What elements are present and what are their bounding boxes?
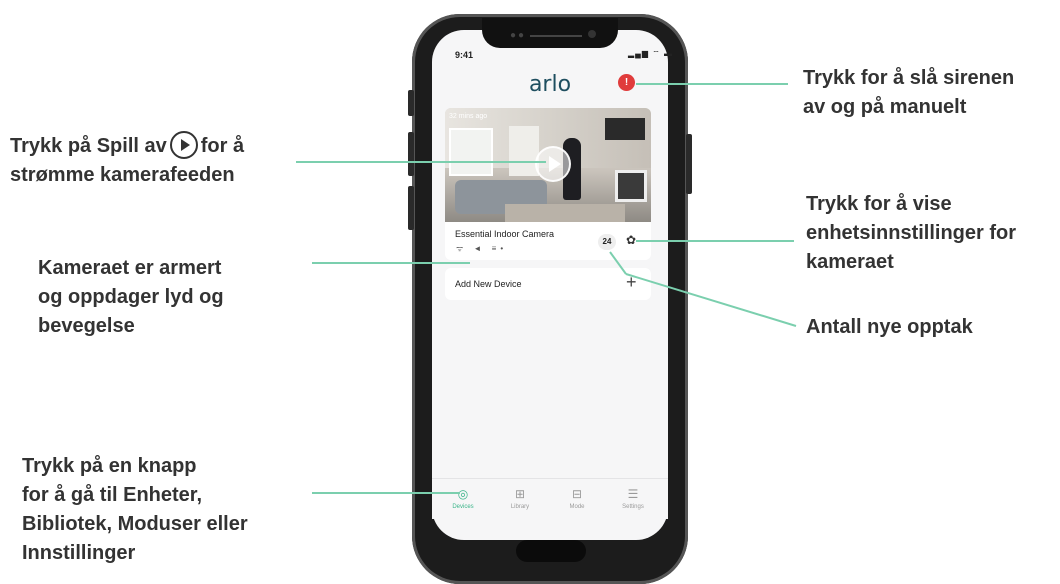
callout-settings: Trykk for å vise enhetsinnstillinger for… <box>806 190 1016 277</box>
tab-label: Mode <box>569 504 585 510</box>
phone-notch: ●● <box>482 18 618 48</box>
camera-thumbnail[interactable] <box>445 108 651 222</box>
play-icon[interactable] <box>535 146 571 182</box>
status-icons: ▂▄▆ ⌔ ▬ <box>628 49 673 58</box>
callout-line-siren <box>636 83 788 85</box>
time-ago-label: 32 mins ago <box>449 113 488 120</box>
tab-label: Library <box>510 504 530 510</box>
callout-line-settings <box>636 240 794 242</box>
phone-side-button <box>686 134 692 194</box>
play-circle-icon <box>169 130 198 159</box>
phone-side-button <box>408 132 414 176</box>
phone-side-button <box>408 186 414 230</box>
new-recordings-badge[interactable]: 24 <box>598 234 616 250</box>
callout-line-navigation <box>312 492 460 494</box>
callout-siren: Trykk for å slå sirenen av og på manuelt <box>803 64 1014 122</box>
home-button[interactable] <box>516 540 586 562</box>
callout-navigation-line: Innstillinger <box>22 542 136 564</box>
status-time: 9:41 <box>455 50 474 60</box>
callout-settings-line: Trykk for å vise <box>806 193 952 215</box>
callout-line-recordings <box>609 251 797 327</box>
callout-play-text: for å <box>200 135 245 157</box>
arlo-logo: arlo <box>528 72 572 97</box>
callout-siren-line: av og på manuelt <box>803 96 967 118</box>
add-device-label: Add New Device <box>455 279 522 289</box>
shield-alert-icon: ! <box>624 77 629 88</box>
callout-navigation-line: for å gå til Enheter, <box>22 484 203 506</box>
callout-navigation-line: Bibliotek, Moduser eller <box>22 513 248 535</box>
tab-library[interactable]: ⊞ Library <box>495 487 545 510</box>
devices-icon: ◎ <box>457 487 469 501</box>
mode-icon: ⊟ <box>571 487 583 501</box>
siren-button[interactable]: ! <box>618 74 635 91</box>
tab-label: Settings <box>622 504 644 510</box>
callout-navigation: Trykk på en knapp for å gå til Enheter, … <box>22 452 248 568</box>
callout-settings-line: enhetsinnstillinger for <box>806 222 1017 244</box>
callout-line-play <box>296 161 546 163</box>
callout-play-line2: strømme kamerafeeden <box>10 164 235 186</box>
callout-armed-line: Kameraet er armert <box>38 257 222 279</box>
callout-armed: Kameraet er armert og oppdager lyd og be… <box>38 254 224 341</box>
callout-play-text: Trykk på Spill av <box>10 135 167 157</box>
gear-icon[interactable]: ✿ <box>626 233 636 247</box>
settings-icon: ☰ <box>627 487 639 501</box>
phone-side-button <box>408 90 414 116</box>
callout-settings-line: kameraet <box>806 251 894 273</box>
callout-new-recordings: Antall nye opptak <box>806 316 973 338</box>
tab-settings[interactable]: ☰ Settings <box>608 487 658 510</box>
callout-armed-line: og oppdager lyd og <box>38 286 224 308</box>
tab-mode[interactable]: ⊟ Mode <box>552 487 602 510</box>
callout-play: Trykk på Spill av for å strømme kamerafee… <box>10 130 245 190</box>
callout-line-armed <box>312 262 470 264</box>
camera-status-icons: ᯤ ◄ ≡• <box>456 244 508 253</box>
library-icon: ⊞ <box>514 487 526 501</box>
callout-navigation-line: Trykk på en knapp <box>22 455 197 477</box>
callout-armed-line: bevegelse <box>38 315 135 337</box>
camera-name: Essential Indoor Camera <box>455 229 555 239</box>
tab-devices[interactable]: ◎ Devices <box>438 487 488 510</box>
tab-label: Devices <box>452 504 474 510</box>
callout-siren-line: Trykk for å slå sirenen <box>803 67 1015 89</box>
